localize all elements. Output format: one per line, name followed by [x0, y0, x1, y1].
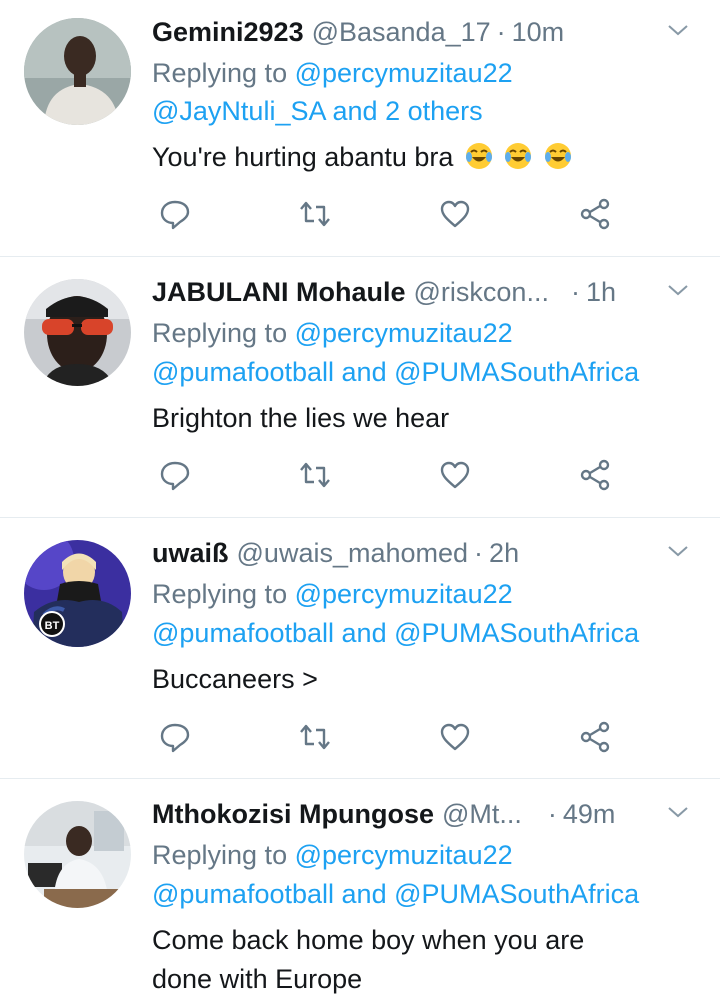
like-icon[interactable]: [438, 458, 472, 492]
tweet-text: Buccaneers >: [152, 660, 690, 699]
separator-dot: ·: [474, 537, 484, 568]
mention-link[interactable]: @pumafootball: [152, 879, 334, 909]
display-name[interactable]: Gemini2923: [152, 17, 304, 48]
mention-link[interactable]: @PUMASouthAfrica: [394, 879, 639, 909]
replying-to: Replying to @percymuzitau22: [152, 840, 513, 871]
mention-link[interactable]: @percymuzitau22: [295, 58, 513, 88]
mention-link[interactable]: @percymuzitau22: [295, 840, 513, 870]
replying-label: Replying to: [152, 840, 288, 870]
tweet-3[interactable]: BT uwaiß @uwais_mahomed · 2h Replying to…: [0, 518, 720, 778]
tears-of-joy-emoji: [544, 143, 571, 169]
replying-label: Replying to: [152, 579, 288, 609]
tweet-text: Come back home boy when you are done wit…: [152, 921, 640, 999]
replying-to-line2: @JayNtuli_SA and 2 others: [152, 96, 483, 127]
user-handle[interactable]: @Basanda_17: [312, 17, 491, 48]
timestamp: 1h: [585, 276, 616, 307]
like-icon[interactable]: [438, 197, 472, 231]
mention-and[interactable]: and: [342, 879, 387, 909]
replying-label: Replying to: [152, 58, 288, 88]
tweet-body: Come back home boy when you are done wit…: [152, 925, 585, 994]
replying-to-line2: @pumafootball and @PUMASouthAfrica: [152, 879, 639, 910]
separator-dot: ·: [547, 798, 557, 829]
replying-to: Replying to @percymuzitau22: [152, 318, 513, 349]
replying-to-line2: @pumafootball and @PUMASouthAfrica: [152, 357, 639, 388]
tweet-actions: [158, 197, 618, 231]
chevron-down-icon[interactable]: [666, 18, 690, 42]
mention-others[interactable]: 2 others: [385, 96, 483, 126]
separator-dot: ·: [496, 16, 506, 47]
reply-icon[interactable]: [158, 720, 192, 754]
tweet-actions: [158, 720, 618, 754]
mention-link[interactable]: @pumafootball: [152, 357, 334, 387]
share-icon[interactable]: [578, 197, 612, 231]
tweet-actions: [158, 458, 618, 492]
share-icon[interactable]: [578, 458, 612, 492]
tweet-text: You're hurting abantu bra: [152, 138, 690, 177]
mention-link[interactable]: @JayNtuli_SA: [152, 96, 325, 126]
tweet-4[interactable]: Mthokozisi Mpungose @Mt... · 49m Replyin…: [0, 779, 720, 1007]
tweet-body: Buccaneers >: [152, 664, 318, 694]
replying-label: Replying to: [152, 318, 288, 348]
tears-of-joy-emoji: [465, 143, 492, 169]
avatar-badge: BT: [45, 620, 60, 632]
avatar[interactable]: [24, 18, 131, 125]
retweet-icon[interactable]: [298, 458, 332, 492]
chevron-down-icon[interactable]: [666, 278, 690, 302]
display-name[interactable]: uwaiß: [152, 538, 229, 569]
tears-of-joy-emoji: [505, 143, 532, 169]
display-name[interactable]: JABULANI Mohaule: [152, 277, 406, 308]
mention-link[interactable]: @PUMASouthAfrica: [394, 618, 639, 648]
tweet-1[interactable]: Gemini2923 @Basanda_17 · 10m Replying to…: [0, 0, 720, 256]
mention-link[interactable]: @PUMASouthAfrica: [394, 357, 639, 387]
user-handle[interactable]: @uwais_mahomed: [237, 538, 469, 569]
chevron-down-icon[interactable]: [666, 539, 690, 563]
tweet-text: Brighton the lies we hear: [152, 399, 690, 438]
tweet-2[interactable]: JABULANI Mohaule @riskcon... · 1h Replyi…: [0, 257, 720, 517]
share-icon[interactable]: [578, 720, 612, 754]
chevron-down-icon[interactable]: [666, 800, 690, 824]
mention-and[interactable]: and: [342, 357, 387, 387]
timestamp: 49m: [562, 798, 616, 829]
replying-to: Replying to @percymuzitau22: [152, 579, 513, 610]
mention-link[interactable]: @percymuzitau22: [295, 579, 513, 609]
like-icon[interactable]: [438, 720, 472, 754]
retweet-icon[interactable]: [298, 720, 332, 754]
tweet-body: You're hurting abantu bra: [152, 142, 454, 172]
mention-link[interactable]: @pumafootball: [152, 618, 334, 648]
reply-icon[interactable]: [158, 197, 192, 231]
avatar[interactable]: [24, 279, 131, 386]
avatar[interactable]: BT: [24, 540, 131, 647]
timestamp: 2h: [489, 537, 520, 568]
user-handle[interactable]: @Mt...: [442, 799, 522, 830]
avatar[interactable]: [24, 801, 131, 908]
timestamp: 10m: [511, 16, 565, 47]
mention-and[interactable]: and: [342, 618, 387, 648]
user-handle[interactable]: @riskcon...: [414, 277, 549, 308]
mention-and[interactable]: and: [333, 96, 378, 126]
replying-to: Replying to @percymuzitau22: [152, 58, 513, 89]
retweet-icon[interactable]: [298, 197, 332, 231]
display-name[interactable]: Mthokozisi Mpungose: [152, 799, 434, 830]
tweet-body: Brighton the lies we hear: [152, 403, 450, 433]
mention-link[interactable]: @percymuzitau22: [295, 318, 513, 348]
separator-dot: ·: [570, 276, 580, 307]
reply-icon[interactable]: [158, 458, 192, 492]
replying-to-line2: @pumafootball and @PUMASouthAfrica: [152, 618, 639, 649]
